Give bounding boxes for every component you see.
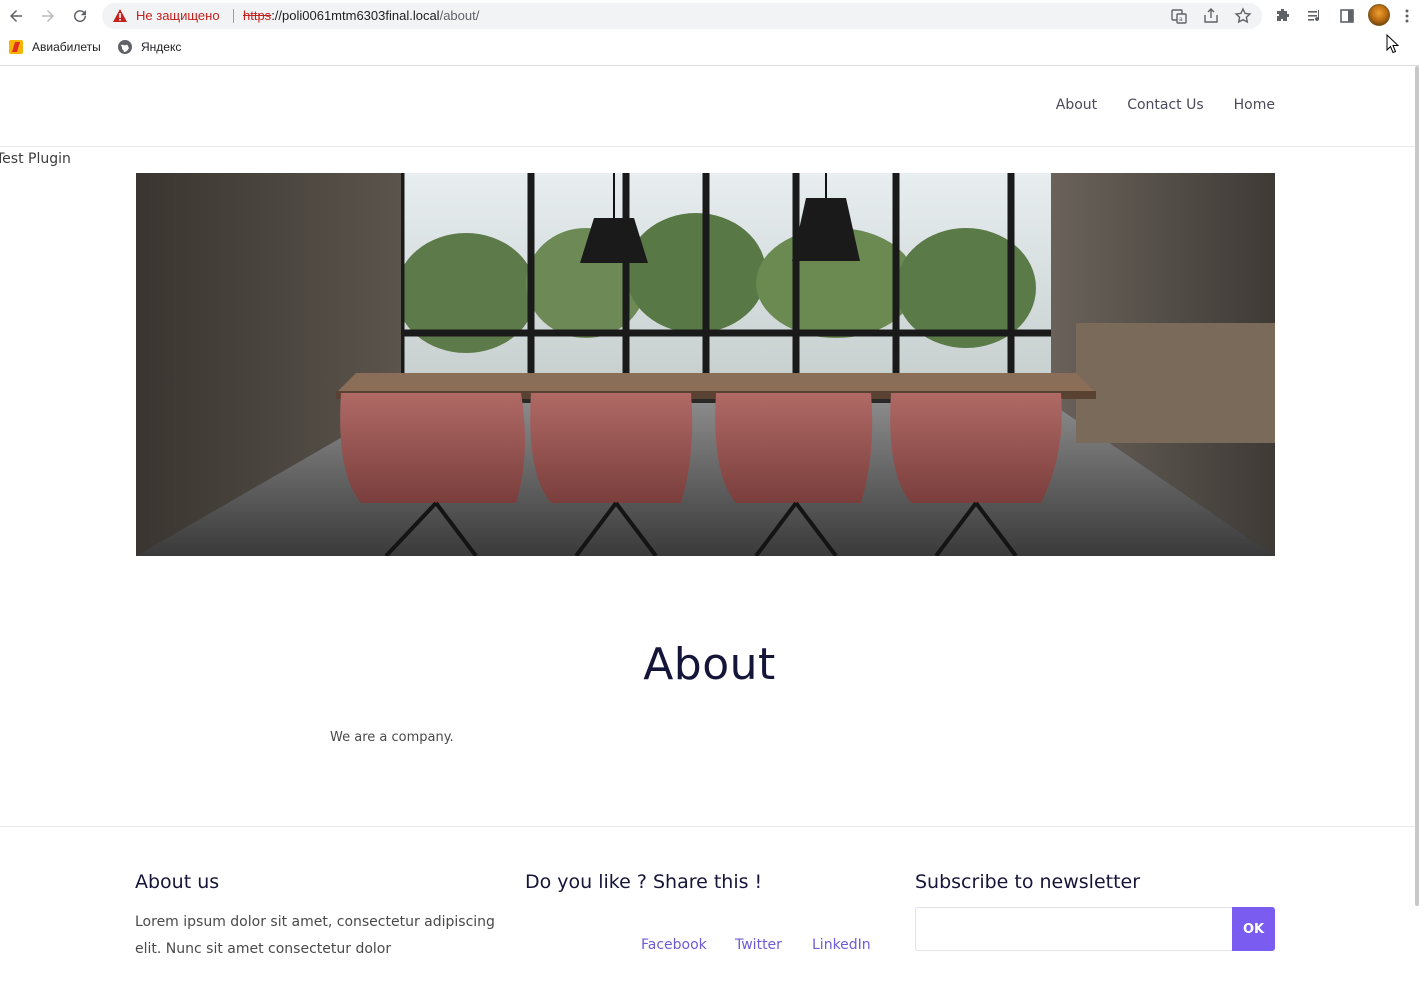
url-scheme: https — [243, 8, 272, 23]
url-host: ://poli0061mtm6303final.local — [271, 8, 440, 23]
extensions-icon[interactable] — [1272, 5, 1294, 27]
footer-about-title: About us — [135, 871, 220, 893]
warning-icon — [113, 9, 127, 22]
bookmark-aviatickets[interactable]: Авиабилеты — [8, 38, 101, 56]
url-path: /about/ — [439, 8, 480, 23]
bookmarks-bar: Авиабилеты Яндекс — [0, 35, 1419, 59]
url-divider — [233, 9, 234, 23]
footer-about-text: Lorem ipsum dolor sit amet, consectetur … — [135, 914, 495, 957]
menu-item-contact[interactable]: Contact Us — [1127, 97, 1203, 113]
translate-icon[interactable]: a — [1170, 7, 1188, 25]
page-body-text: We are a company. — [330, 730, 454, 745]
share-icon[interactable] — [1202, 7, 1220, 25]
meeting-room-photo — [136, 173, 1275, 556]
reading-list-icon[interactable] — [1304, 5, 1326, 27]
side-panel-icon[interactable] — [1336, 5, 1358, 27]
facebook-link[interactable]: Facebook — [641, 937, 707, 953]
menu-item-about[interactable]: About — [1056, 97, 1097, 113]
globe-icon — [117, 39, 133, 55]
page-title: About — [643, 639, 776, 690]
bookmark-star-icon[interactable] — [1234, 7, 1252, 25]
test-plugin-text: Test Plugin — [0, 151, 71, 167]
more-menu-icon[interactable] — [1400, 5, 1414, 27]
aviatickets-icon — [8, 39, 24, 55]
bookmark-label: Авиабилеты — [32, 40, 101, 54]
newsletter-ok-button[interactable]: OK — [1232, 907, 1275, 951]
reload-icon[interactable] — [68, 4, 92, 28]
url-text[interactable]: https://poli0061mtm6303final.local/about… — [243, 7, 479, 25]
footer-newsletter-title: Subscribe to newsletter — [915, 871, 1141, 893]
mouse-cursor-icon — [1386, 34, 1400, 54]
browser-chrome: Не защищено https://poli0061mtm6303final… — [0, 0, 1419, 66]
bookmark-yandex[interactable]: Яндекс — [117, 38, 181, 56]
svg-text:a: a — [1179, 16, 1183, 23]
bookmark-label: Яндекс — [141, 40, 182, 54]
twitter-link[interactable]: Twitter — [735, 937, 782, 953]
footer-share-title: Do you like ? Share this ! — [525, 871, 763, 893]
newsletter-email-input[interactable] — [915, 907, 1233, 951]
main-menu: About Contact Us Home — [1056, 97, 1275, 113]
hero-image — [136, 173, 1275, 556]
linkedin-link[interactable]: LinkedIn — [812, 937, 871, 953]
web-page: About Contact Us Home Test Plugin About … — [0, 66, 1419, 979]
site-footer: About us Lorem ipsum dolor sit amet, con… — [0, 826, 1419, 986]
browser-toolbar: Не защищено https://poli0061mtm6303final… — [0, 0, 1419, 32]
address-bar[interactable]: Не защищено https://poli0061mtm6303final… — [102, 3, 1262, 29]
security-status[interactable]: Не защищено — [136, 7, 220, 25]
site-header: About Contact Us Home — [0, 66, 1419, 147]
menu-item-home[interactable]: Home — [1234, 97, 1275, 113]
page-scrollbar[interactable] — [1415, 66, 1419, 906]
forward-icon[interactable] — [36, 4, 60, 28]
back-icon[interactable] — [4, 4, 28, 28]
profile-avatar[interactable] — [1368, 4, 1390, 26]
